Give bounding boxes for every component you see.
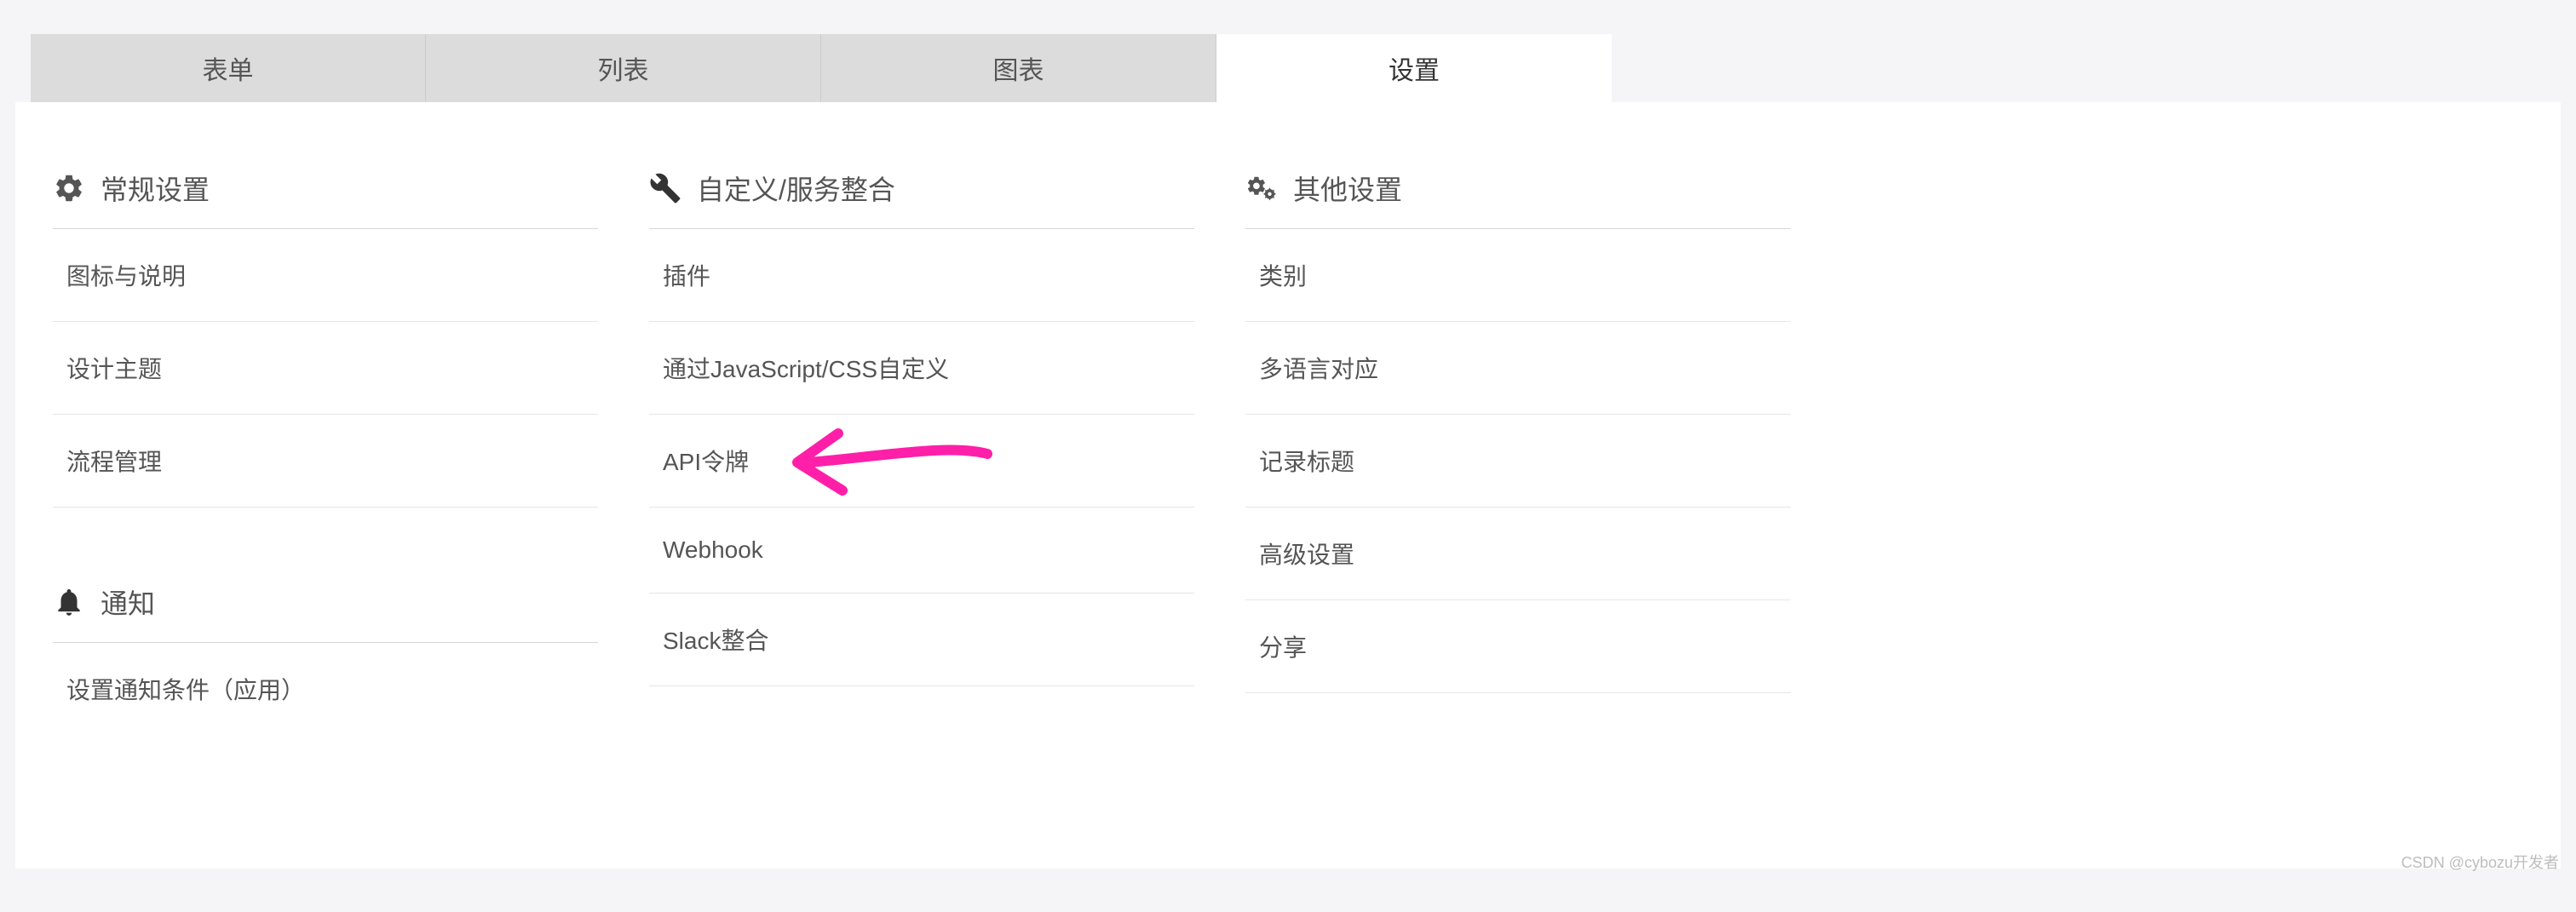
item-label: 记录标题 bbox=[1259, 449, 1354, 475]
item-label: 流程管理 bbox=[66, 449, 162, 475]
section-title: 自定义/服务整合 bbox=[697, 169, 895, 208]
item-slack-integration[interactable]: Slack整合 bbox=[649, 594, 1194, 686]
item-label: Webhook bbox=[663, 536, 763, 563]
watermark: CSDN @cybozu开发者 bbox=[2401, 851, 2559, 873]
gears-icon bbox=[1245, 172, 1278, 204]
item-process-management[interactable]: 流程管理 bbox=[53, 415, 598, 508]
tab-form[interactable]: 表单 bbox=[31, 34, 426, 102]
annotation-arrow bbox=[779, 418, 1000, 503]
item-label: 高级设置 bbox=[1259, 542, 1354, 568]
item-multilanguage[interactable]: 多语言对应 bbox=[1245, 322, 1791, 415]
item-category[interactable]: 类别 bbox=[1245, 229, 1791, 322]
item-label: 类别 bbox=[1259, 263, 1307, 290]
item-webhook[interactable]: Webhook bbox=[649, 508, 1194, 594]
item-js-css-customize[interactable]: 通过JavaScript/CSS自定义 bbox=[649, 322, 1194, 415]
item-label: 通过JavaScript/CSS自定义 bbox=[663, 356, 949, 382]
settings-content: 常规设置 图标与说明 设计主题 流程管理 通知 设置通知条件（应用） bbox=[15, 102, 2561, 869]
item-label: Slack整合 bbox=[663, 628, 768, 654]
bell-icon bbox=[53, 586, 85, 618]
item-icon-description[interactable]: 图标与说明 bbox=[53, 229, 598, 322]
item-record-title[interactable]: 记录标题 bbox=[1245, 415, 1791, 508]
section-header-general: 常规设置 bbox=[53, 153, 598, 229]
section-title: 常规设置 bbox=[101, 169, 210, 208]
item-plugins[interactable]: 插件 bbox=[649, 229, 1194, 322]
item-design-theme[interactable]: 设计主题 bbox=[53, 322, 598, 415]
section-header-custom: 自定义/服务整合 bbox=[649, 153, 1194, 229]
gear-icon bbox=[53, 172, 85, 204]
section-title: 通知 bbox=[101, 582, 155, 622]
wrench-icon bbox=[649, 172, 681, 204]
section-header-other: 其他设置 bbox=[1245, 153, 1791, 229]
tab-label: 图表 bbox=[993, 49, 1044, 87]
tab-chart[interactable]: 图表 bbox=[821, 34, 1216, 102]
item-share[interactable]: 分享 bbox=[1245, 600, 1791, 693]
item-label: 插件 bbox=[663, 263, 710, 290]
item-label: 设计主题 bbox=[66, 356, 162, 382]
item-label: 分享 bbox=[1259, 634, 1307, 661]
tab-list[interactable]: 列表 bbox=[426, 34, 821, 102]
section-header-notifications: 通知 bbox=[53, 567, 598, 643]
tab-settings[interactable]: 设置 bbox=[1216, 34, 1612, 102]
tab-label: 列表 bbox=[598, 49, 649, 87]
tab-label: 设置 bbox=[1389, 49, 1440, 87]
item-advanced-settings[interactable]: 高级设置 bbox=[1245, 508, 1791, 600]
item-label: API令牌 bbox=[663, 449, 749, 475]
item-label: 设置通知条件（应用） bbox=[66, 677, 305, 703]
item-notification-conditions[interactable]: 设置通知条件（应用） bbox=[53, 643, 598, 735]
item-label: 多语言对应 bbox=[1259, 356, 1378, 382]
item-api-token[interactable]: API令牌 bbox=[649, 415, 1194, 508]
tab-label: 表单 bbox=[203, 49, 254, 87]
tab-bar: 表单 列表 图表 设置 bbox=[31, 34, 2576, 102]
item-label: 图标与说明 bbox=[66, 263, 186, 290]
section-title: 其他设置 bbox=[1293, 169, 1402, 208]
